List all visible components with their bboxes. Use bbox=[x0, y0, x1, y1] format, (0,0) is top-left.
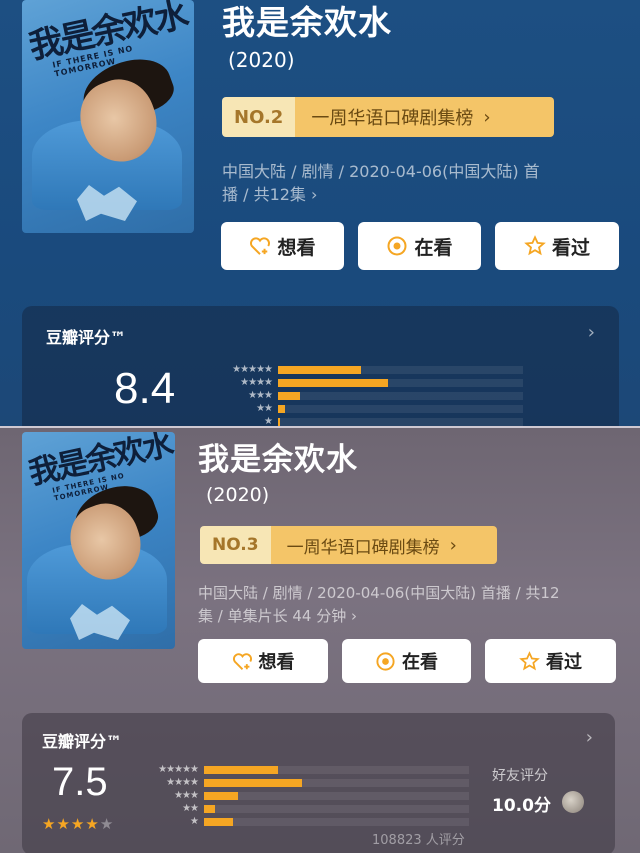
rating-row-3-star: ★★★ bbox=[144, 789, 469, 802]
eye-circle-icon bbox=[376, 651, 395, 671]
rating-bar-fill bbox=[204, 804, 215, 813]
watched-button[interactable]: 看过 bbox=[495, 222, 619, 270]
star-empty-icon: ★ bbox=[99, 815, 115, 833]
rating-bar-fill bbox=[204, 817, 233, 826]
rating-label: 豆瓣评分™ bbox=[42, 732, 123, 751]
watched-button[interactable]: 看过 bbox=[485, 639, 616, 683]
rating-count[interactable]: 108823 人评分 bbox=[372, 829, 465, 848]
rating-stars: ★★★★★ bbox=[42, 815, 114, 833]
rating-bar-track bbox=[278, 391, 523, 400]
star-outline-icon bbox=[519, 650, 540, 670]
chevron-right-icon: › bbox=[483, 106, 491, 128]
show-meta[interactable]: 中国大陆 / 剧情 / 2020-04-06(中国大陆) 首播 / 共12 集 … bbox=[198, 582, 628, 628]
rating-score: 7.5 bbox=[52, 760, 108, 804]
rating-row-stars: ★ bbox=[264, 416, 273, 426]
rating-bar-fill bbox=[278, 365, 361, 374]
rating-bar-fill bbox=[278, 378, 388, 387]
rank-list-name: 一周华语口碑剧集榜 › bbox=[295, 97, 554, 137]
star-filled-icon: ★ bbox=[70, 815, 86, 833]
rating-bar-fill bbox=[204, 765, 278, 774]
rating-row-2-star: ★★ bbox=[144, 802, 469, 815]
rating-bar-track bbox=[204, 804, 469, 813]
rating-bar-track bbox=[278, 365, 523, 374]
show-year: (2020) bbox=[228, 48, 295, 72]
poster-image[interactable]: 我是余欢水 IF THERE IS NO TOMORROW bbox=[22, 0, 194, 233]
rating-row-4-star: ★★★★ bbox=[144, 776, 469, 789]
rating-bar-track bbox=[204, 817, 469, 826]
ranking-badge[interactable]: NO.3 一周华语口碑剧集榜 › bbox=[200, 526, 497, 564]
heart-plus-icon bbox=[232, 652, 252, 670]
rating-distribution: ★★★★★ ★★★★ ★★★ ★★ ★ bbox=[144, 763, 469, 828]
rating-bar-track bbox=[278, 378, 523, 387]
rating-bar-fill bbox=[278, 391, 300, 400]
rating-bar-fill bbox=[278, 417, 280, 426]
rating-row-stars: ★★★★★ bbox=[232, 364, 273, 375]
rating-score: 8.4 bbox=[114, 364, 176, 413]
rating-row-2-star: ★★ bbox=[218, 402, 523, 415]
rating-row-stars: ★★★★ bbox=[240, 377, 273, 388]
chevron-right-icon[interactable]: › bbox=[588, 322, 595, 343]
ranking-badge[interactable]: NO.2 一周华语口碑剧集榜 › bbox=[222, 97, 554, 137]
star-filled-icon: ★ bbox=[56, 815, 71, 833]
chevron-right-icon: › bbox=[449, 534, 457, 556]
star-filled-icon: ★ bbox=[42, 815, 57, 833]
want-to-watch-button[interactable]: 想看 bbox=[221, 222, 344, 270]
star-filled-icon: ★ bbox=[85, 815, 100, 833]
show-year: (2020) bbox=[206, 484, 270, 506]
rating-row-stars: ★★★ bbox=[248, 390, 273, 401]
poster-image[interactable]: 我是余欢水 IF THERE IS NO TOMORROW bbox=[22, 432, 175, 649]
friend-rating-score: 10.0分 bbox=[492, 796, 551, 816]
show-meta[interactable]: 中国大陆 / 剧情 / 2020-04-06(中国大陆) 首 播 / 共12集 … bbox=[222, 160, 622, 206]
rating-row-stars: ★★★ bbox=[174, 790, 199, 801]
rank-number: NO.3 bbox=[200, 526, 271, 564]
rating-row-stars: ★ bbox=[190, 816, 199, 827]
screenshot-panel-bottom: 我是余欢水 IF THERE IS NO TOMORROW 我是余欢水 (202… bbox=[0, 426, 640, 853]
watching-button[interactable]: 在看 bbox=[358, 222, 481, 270]
rating-row-stars: ★★★★★ bbox=[158, 764, 199, 775]
rating-row-stars: ★★ bbox=[182, 803, 199, 814]
rating-row-1-star: ★ bbox=[218, 415, 523, 426]
rating-bar-track bbox=[204, 791, 469, 800]
rating-row-1-star: ★ bbox=[144, 815, 469, 828]
rating-bar-track bbox=[204, 765, 469, 774]
rating-row-stars: ★★ bbox=[256, 403, 273, 414]
show-title: 我是余欢水 bbox=[222, 3, 392, 42]
rank-number: NO.2 bbox=[222, 97, 296, 137]
rating-bar-track bbox=[278, 404, 523, 413]
chevron-right-icon[interactable]: › bbox=[586, 727, 593, 748]
rating-distribution: ★★★★★ ★★★★ ★★★ ★★ ★ bbox=[218, 363, 523, 426]
show-title: 我是余欢水 bbox=[198, 442, 358, 478]
rating-bar-fill bbox=[204, 791, 238, 800]
douban-rating-card[interactable]: 豆瓣评分™ › 8.4 ★★★★★ ★★★★ ★★★ ★★ ★ bbox=[22, 306, 619, 426]
rating-bar-fill bbox=[204, 778, 302, 787]
screenshot-panel-top: 我是余欢水 IF THERE IS NO TOMORROW 我是余欢水 (202… bbox=[0, 0, 640, 426]
rating-bar-fill bbox=[278, 404, 285, 413]
friend-avatar[interactable] bbox=[562, 791, 584, 813]
rating-label: 豆瓣评分™ bbox=[46, 328, 127, 347]
watching-button[interactable]: 在看 bbox=[342, 639, 471, 683]
want-to-watch-button[interactable]: 想看 bbox=[198, 639, 328, 683]
rank-list-name: 一周华语口碑剧集榜 › bbox=[270, 526, 497, 564]
rating-row-stars: ★★★★ bbox=[166, 777, 199, 788]
eye-circle-icon bbox=[387, 236, 407, 256]
rating-bar-track bbox=[204, 778, 469, 787]
rating-row-5-star: ★★★★★ bbox=[218, 363, 523, 376]
rating-row-3-star: ★★★ bbox=[218, 389, 523, 402]
friend-rating-label: 好友评分 bbox=[492, 768, 548, 784]
rating-bar-track bbox=[278, 417, 523, 426]
douban-rating-card[interactable]: 豆瓣评分™ › 7.5 ★★★★★ ★★★★★ ★★★★ ★★★ ★★ ★ 好友评分 1… bbox=[22, 713, 615, 853]
rating-row-4-star: ★★★★ bbox=[218, 376, 523, 389]
rating-row-5-star: ★★★★★ bbox=[144, 763, 469, 776]
star-outline-icon bbox=[524, 235, 546, 256]
heart-plus-icon bbox=[250, 237, 271, 255]
